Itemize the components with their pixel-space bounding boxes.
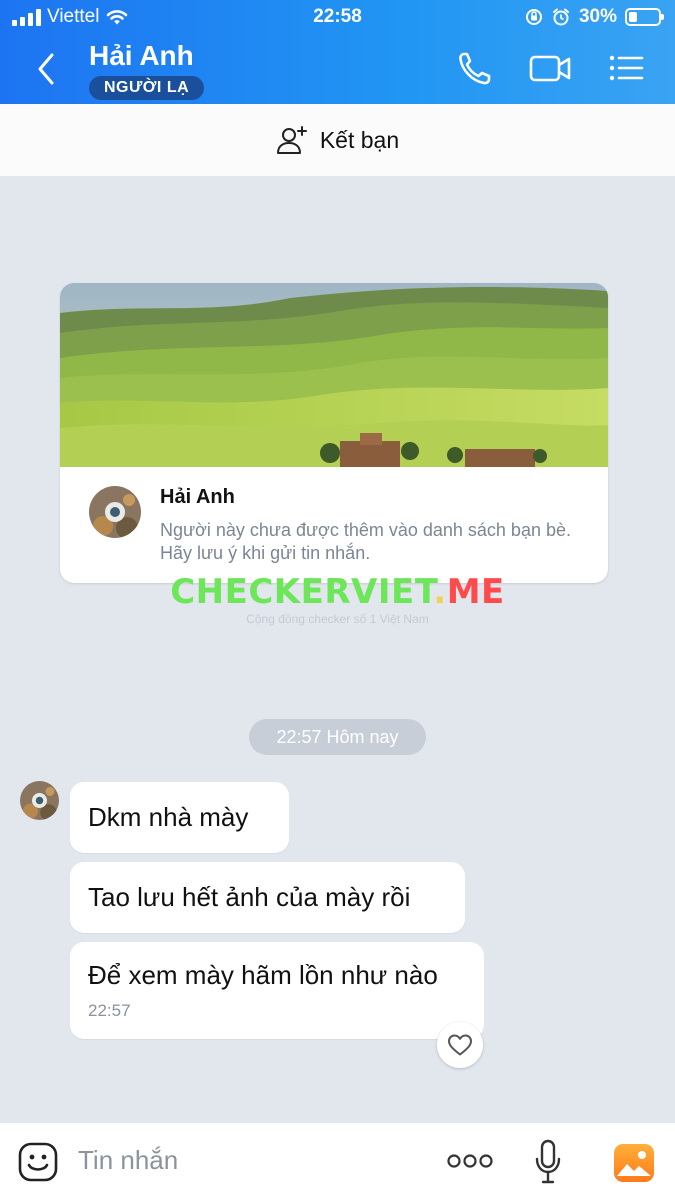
add-user-icon	[276, 126, 307, 154]
microphone-icon[interactable]	[534, 1139, 562, 1185]
back-icon[interactable]	[30, 50, 64, 88]
add-friend-label: Kết bạn	[319, 126, 400, 153]
watermark-red-text: ME	[446, 572, 505, 612]
menu-list-icon[interactable]	[606, 48, 646, 88]
battery-icon	[625, 8, 664, 26]
watermark-logo: CHECKERVIET.ME	[0, 572, 675, 612]
watermark-subtitle: Cộng đồng checker số 1 Việt Nam	[246, 612, 429, 626]
landscape-cover-image	[60, 283, 608, 467]
status-bar: Viettel 22:58 30%	[0, 0, 675, 34]
heart-icon	[448, 1034, 472, 1056]
photo-gallery-icon[interactable]	[612, 1142, 656, 1184]
message-text: Để xem mày hãm lồn như nào	[88, 960, 438, 990]
add-friend-button[interactable]: Kết bạn	[0, 104, 675, 176]
video-call-icon[interactable]	[528, 48, 572, 88]
watermark: CHECKERVIET.ME Cộng đồng checker số 1 Vi…	[0, 572, 675, 626]
stranger-badge: NGƯỜI LẠ	[89, 76, 205, 100]
message-composer: Tin nhắn	[0, 1122, 675, 1200]
contact-name[interactable]: Hải Anh	[89, 40, 194, 72]
message-input[interactable]: Tin nhắn	[78, 1145, 178, 1176]
profile-avatar[interactable]	[89, 486, 141, 538]
more-options-icon[interactable]	[447, 1153, 493, 1169]
watermark-green-text: CHECKERVIET	[170, 572, 434, 612]
sticker-emoji-icon[interactable]	[18, 1142, 58, 1182]
phone-call-icon[interactable]	[456, 48, 494, 88]
profile-card[interactable]: Hải Anh Người này chưa được thêm vào dan…	[60, 283, 608, 583]
message-text: Dkm nhà mày	[88, 802, 249, 832]
sender-avatar[interactable]	[20, 781, 59, 820]
alarm-icon	[552, 8, 569, 26]
profile-name: Hải Anh	[160, 486, 235, 508]
message-time: 22:57	[88, 1001, 131, 1020]
react-button[interactable]	[437, 1022, 483, 1068]
orientation-lock-icon	[525, 9, 542, 25]
message-bubble[interactable]: Dkm nhà mày	[70, 782, 289, 853]
chat-header: Viettel 22:58 30% Hải Anh NGƯỜI LẠ	[0, 0, 675, 104]
battery-percent: 30%	[578, 6, 617, 27]
stranger-warning-text: Người này chưa được thêm vào danh sách b…	[160, 520, 571, 563]
time-divider: 22:57 Hôm nay	[249, 719, 426, 755]
watermark-dot: .	[433, 572, 447, 612]
message-bubble[interactable]: Để xem mày hãm lồn như nào 22:57	[70, 942, 484, 1039]
message-bubble[interactable]: Tao lưu hết ảnh của mày rồi	[70, 862, 465, 933]
message-text: Tao lưu hết ảnh của mày rồi	[88, 882, 411, 912]
status-right: 30%	[525, 6, 664, 28]
